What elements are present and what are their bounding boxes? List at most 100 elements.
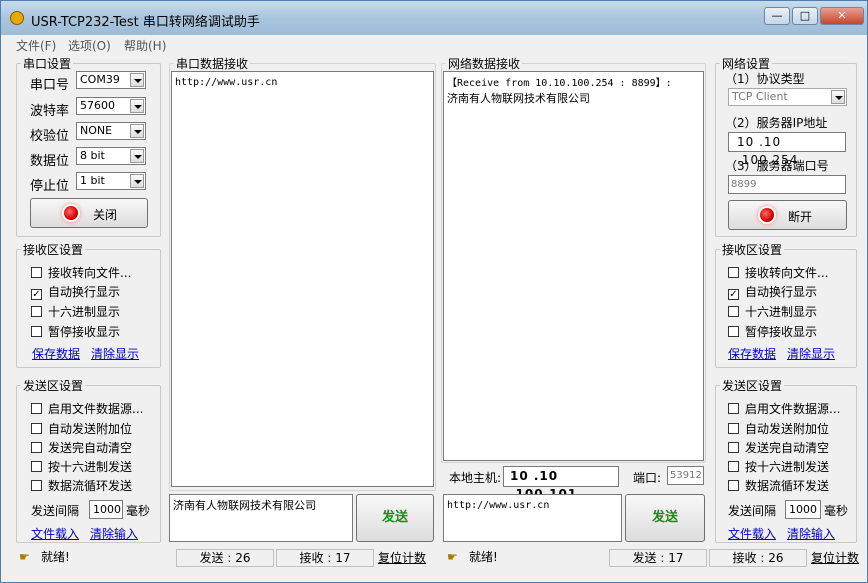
clear-display-link-right[interactable]: 清除显示: [787, 345, 835, 362]
ready-status-left: 就绪!: [41, 550, 70, 564]
loop-send-checkbox-right[interactable]: 数据流循环发送: [728, 477, 829, 494]
protocol-value: TCP Client: [732, 90, 788, 103]
send-interval-input-right[interactable]: 1000: [785, 500, 821, 519]
save-data-link-right[interactable]: 保存数据: [728, 345, 776, 362]
baud-value: 57600: [80, 99, 115, 112]
auto-wrap-checkbox-right[interactable]: ✓ 自动换行显示: [728, 283, 817, 300]
file-source-checkbox-left[interactable]: 启用文件数据源...: [31, 400, 143, 417]
checkbox-box: [31, 442, 42, 453]
server-ip-label: （2）服务器IP地址: [725, 116, 828, 130]
local-host-label: 本地主机:: [449, 471, 502, 485]
recv-count-right: 接收 : 26: [709, 549, 807, 567]
file-load-link-left[interactable]: 文件载入: [31, 525, 79, 542]
recv-to-file-checkbox-left[interactable]: 接收转向文件...: [31, 264, 131, 281]
auto-append-checkbox-right[interactable]: 自动发送附加位: [728, 420, 829, 437]
clear-display-link-left[interactable]: 清除显示: [91, 345, 139, 362]
net-send-textarea[interactable]: http://www.usr.cn: [443, 494, 622, 542]
disconnect-button[interactable]: 断开: [728, 200, 847, 230]
reset-count-link-right[interactable]: 复位计数: [811, 550, 859, 568]
auto-wrap-checkbox-left[interactable]: ✓ 自动换行显示: [31, 283, 120, 300]
protocol-select[interactable]: TCP Client: [728, 88, 847, 106]
sent-count-right: 发送 : 17: [609, 549, 707, 567]
ms-label-right: 毫秒: [824, 504, 849, 518]
send-interval-input-left[interactable]: 1000: [89, 500, 123, 519]
pause-recv-checkbox-left[interactable]: 暂停接收显示: [31, 323, 120, 340]
checkbox-box: [31, 423, 42, 434]
status-led-icon: [760, 208, 774, 222]
checkbox-label: 自动换行显示: [48, 285, 121, 299]
ms-label-left: 毫秒: [126, 504, 151, 518]
checkbox-label: 按十六进制发送: [48, 460, 133, 474]
recv-settings-legend-left: 接收区设置: [23, 243, 84, 257]
checkbox-label: 启用文件数据源...: [745, 402, 841, 416]
title-bar: USR-TCP232-Test 串口转网络调试助手 — □ ✕: [1, 1, 867, 35]
checkbox-label: 暂停接收显示: [745, 325, 818, 339]
send-settings-legend-right: 发送区设置: [722, 379, 783, 393]
close-button[interactable]: ✕: [820, 7, 864, 25]
ready-status-right: 就绪!: [469, 550, 498, 564]
ready-icon-right: ☛: [447, 550, 458, 564]
net-recv-line2: 济南有人物联网技术有限公司: [447, 92, 590, 105]
checkbox-label: 按十六进制发送: [745, 460, 830, 474]
databits-select[interactable]: 8 bit: [76, 147, 146, 165]
auto-clear-checkbox-right[interactable]: 发送完自动清空: [728, 439, 829, 456]
hex-send-checkbox-right[interactable]: 按十六进制发送: [728, 458, 829, 475]
checkbox-label: 接收转向文件...: [745, 266, 829, 280]
databits-value: 8 bit: [80, 149, 105, 162]
chevron-down-icon: [130, 124, 144, 138]
menu-file[interactable]: 文件(F): [16, 37, 56, 54]
stopbits-value: 1 bit: [80, 174, 105, 187]
serial-send-button[interactable]: 发送: [356, 494, 434, 542]
checkbox-label: 发送完自动清空: [745, 441, 830, 455]
minimize-button[interactable]: —: [764, 7, 790, 25]
file-source-checkbox-right[interactable]: 启用文件数据源...: [728, 400, 840, 417]
server-ip-input[interactable]: 10 .10 .100.254: [728, 132, 846, 167]
serial-recv-textarea[interactable]: http://www.usr.cn: [171, 71, 434, 487]
chevron-down-icon: [130, 174, 144, 188]
port-select[interactable]: COM39: [76, 71, 146, 89]
menu-options[interactable]: 选项(O): [68, 37, 111, 54]
disconnect-label: 断开: [788, 210, 813, 224]
window-title: USR-TCP232-Test 串口转网络调试助手: [31, 15, 260, 30]
auto-clear-checkbox-left[interactable]: 发送完自动清空: [31, 439, 132, 456]
serial-recv-legend: 串口数据接收: [176, 57, 249, 71]
maximize-button[interactable]: □: [792, 7, 818, 25]
checkmark-icon: ✓: [31, 289, 42, 300]
menu-help[interactable]: 帮助(H): [124, 37, 166, 54]
send-settings-legend-left: 发送区设置: [23, 379, 84, 393]
reset-count-link-left[interactable]: 复位计数: [378, 550, 426, 568]
checkbox-box: [31, 403, 42, 414]
baud-select[interactable]: 57600: [76, 97, 146, 115]
app-logo-icon: [10, 11, 24, 25]
pause-recv-checkbox-right[interactable]: 暂停接收显示: [728, 323, 817, 340]
checkbox-label: 十六进制显示: [745, 305, 818, 319]
checkbox-label: 数据流循环发送: [48, 479, 133, 493]
menu-bar: 文件(F) 选项(O) 帮助(H): [1, 35, 867, 54]
serial-close-button[interactable]: 关闭: [30, 198, 148, 228]
recv-to-file-checkbox-right[interactable]: 接收转向文件...: [728, 264, 828, 281]
local-host-input[interactable]: 10 .10 .100.101: [503, 466, 619, 501]
net-recv-legend: 网络数据接收: [448, 57, 521, 71]
checkbox-label: 发送完自动清空: [48, 441, 133, 455]
clear-input-link-left[interactable]: 清除输入: [90, 525, 138, 542]
checkbox-label: 自动发送附加位: [48, 422, 133, 436]
checkbox-box: [728, 267, 739, 278]
checkbox-label: 自动发送附加位: [745, 422, 830, 436]
save-data-link-left[interactable]: 保存数据: [32, 345, 80, 362]
file-load-link-right[interactable]: 文件载入: [728, 525, 776, 542]
hex-send-checkbox-left[interactable]: 按十六进制发送: [31, 458, 132, 475]
clear-input-link-right[interactable]: 清除输入: [787, 525, 835, 542]
stopbits-select[interactable]: 1 bit: [76, 172, 146, 190]
hex-display-checkbox-right[interactable]: 十六进制显示: [728, 303, 817, 320]
local-port-input[interactable]: 53912: [667, 466, 704, 485]
auto-append-checkbox-left[interactable]: 自动发送附加位: [31, 420, 132, 437]
net-send-button[interactable]: 发送: [625, 494, 705, 542]
port-value: COM39: [80, 73, 120, 86]
hex-display-checkbox-left[interactable]: 十六进制显示: [31, 303, 120, 320]
checkbox-box: [728, 326, 739, 337]
parity-select[interactable]: NONE: [76, 122, 146, 140]
serial-send-textarea[interactable]: 济南有人物联网技术有限公司: [169, 494, 353, 542]
loop-send-checkbox-left[interactable]: 数据流循环发送: [31, 477, 132, 494]
net-recv-textarea[interactable]: 【Receive from 10.10.100.254 : 8899】: 济南有人…: [443, 71, 704, 461]
server-port-input[interactable]: 8899: [728, 175, 846, 194]
